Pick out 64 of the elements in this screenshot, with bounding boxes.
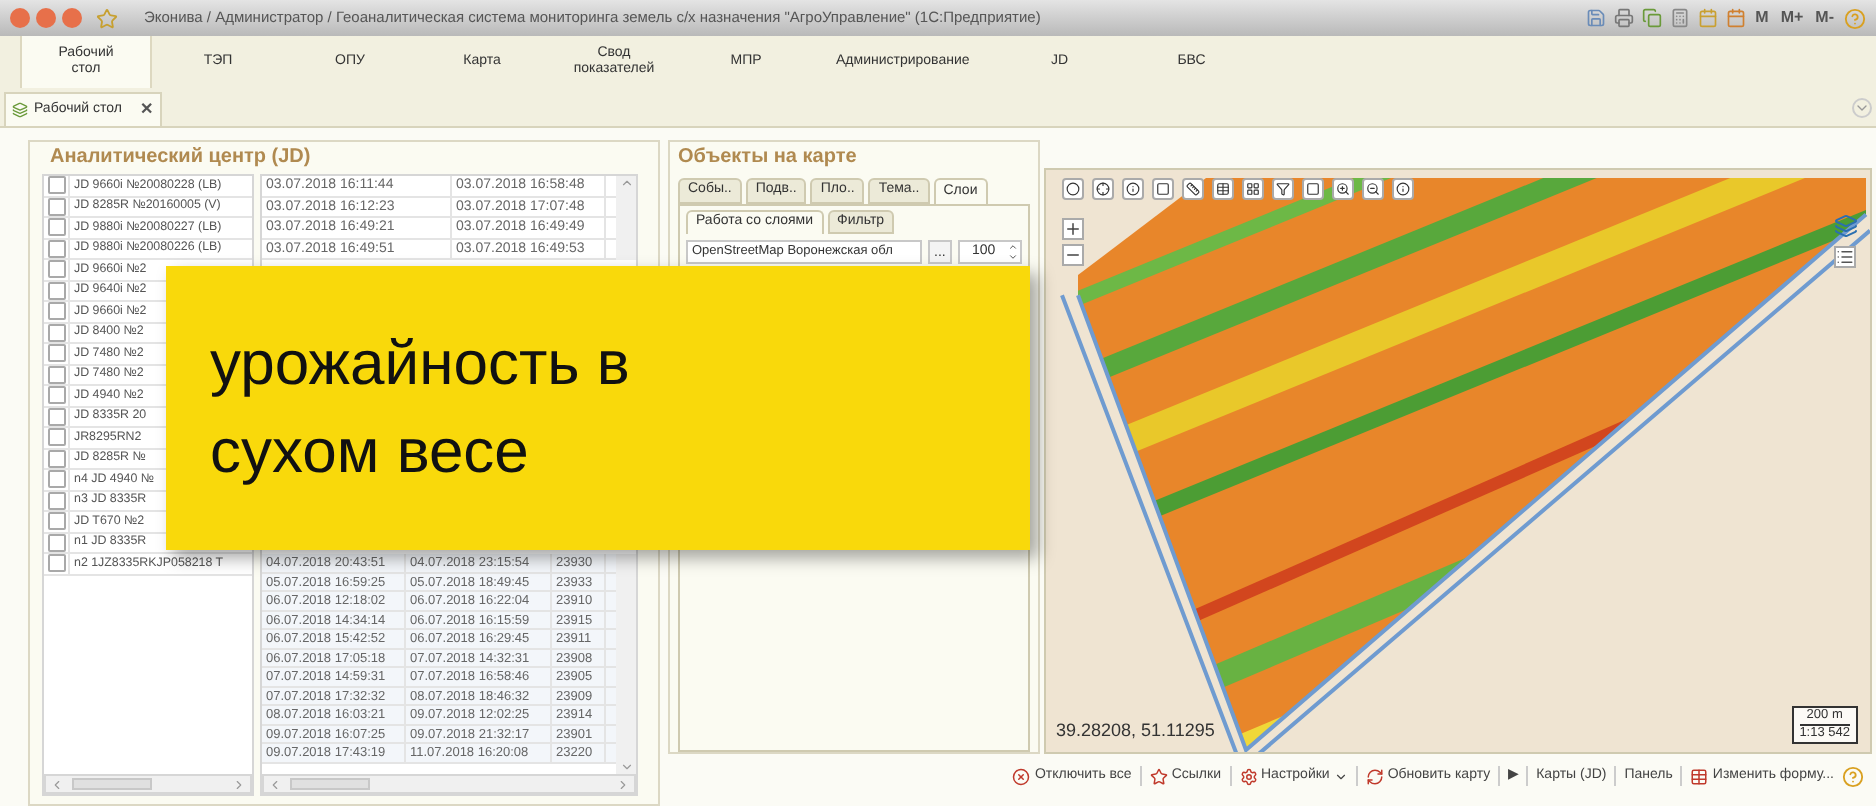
- map-tool-icon[interactable]: [1152, 178, 1174, 200]
- printer-icon[interactable]: [1613, 8, 1634, 28]
- panel-title: Аналитический центр (JD): [50, 144, 313, 172]
- toolbar-icon: [1365, 767, 1384, 785]
- close-button[interactable]: ✕: [139, 98, 154, 122]
- map-tool-icon[interactable]: [1122, 178, 1144, 200]
- scroll-down-icon[interactable]: [619, 760, 633, 774]
- help-icon[interactable]: [1844, 7, 1866, 29]
- calendar-icon[interactable]: [1725, 8, 1746, 28]
- caret-icon: [1333, 769, 1348, 783]
- star-icon[interactable]: [96, 7, 118, 29]
- checkbox[interactable]: [47, 260, 65, 279]
- vertical-scrollbar[interactable]: [616, 554, 636, 774]
- map-tool-icon[interactable]: [1062, 178, 1084, 200]
- checkbox[interactable]: [47, 344, 65, 363]
- panel-title: Объекты на карте: [678, 144, 859, 172]
- map-tool-icon[interactable]: [1362, 178, 1384, 200]
- scroll-thumb[interactable]: [72, 778, 152, 790]
- toolbar-icon: [1690, 767, 1709, 785]
- map-tool-icon[interactable]: [1392, 178, 1414, 200]
- scroll-thumb[interactable]: [290, 778, 370, 790]
- checkbox[interactable]: [47, 554, 65, 573]
- scroll-left-icon[interactable]: [50, 777, 64, 791]
- vertical-scrollbar[interactable]: [616, 176, 636, 260]
- map-tool-icon[interactable]: [1302, 178, 1324, 200]
- copy-icon[interactable]: [1641, 8, 1662, 28]
- collapse-icon[interactable]: [1852, 98, 1872, 118]
- checkbox[interactable]: [47, 386, 65, 405]
- caption-text: урожайность в сухом весе: [210, 326, 632, 490]
- checkbox[interactable]: [47, 512, 65, 531]
- zoom-out-icon[interactable]: [1062, 244, 1084, 266]
- checkbox[interactable]: [47, 470, 65, 489]
- checkbox[interactable]: [47, 302, 65, 321]
- checkbox[interactable]: [47, 218, 65, 237]
- map-tool-icon[interactable]: [1272, 178, 1294, 200]
- checkbox[interactable]: [47, 176, 65, 195]
- calculator-icon[interactable]: [1669, 8, 1690, 28]
- toolbar-icon: [1012, 767, 1031, 785]
- memory-button[interactable]: M-: [1813, 6, 1836, 30]
- coordinates-label: 39.28208, 51.11295: [1054, 717, 1217, 744]
- scroll-left-icon[interactable]: [268, 777, 282, 791]
- help-icon[interactable]: [1842, 765, 1864, 787]
- map-tool-icon[interactable]: [1242, 178, 1264, 200]
- toolbar-icon: [1149, 767, 1168, 785]
- scroll-up-icon[interactable]: [619, 176, 633, 190]
- layers-icon[interactable]: [1834, 214, 1858, 238]
- memory-button[interactable]: M+: [1778, 6, 1806, 30]
- scroll-right-icon[interactable]: [232, 777, 246, 791]
- horizontal-scrollbar[interactable]: [44, 774, 252, 794]
- map-tool-icon[interactable]: [1332, 178, 1354, 200]
- save-icon[interactable]: [1585, 8, 1606, 28]
- calendar-icon[interactable]: [1697, 8, 1718, 28]
- map-tool-icon[interactable]: [1182, 178, 1204, 200]
- memory-button[interactable]: M: [1753, 6, 1771, 30]
- list-icon[interactable]: [1834, 246, 1856, 268]
- desktop-icon: [12, 102, 28, 118]
- horizontal-scrollbar[interactable]: [262, 774, 636, 794]
- map-tool-icon[interactable]: [1092, 178, 1114, 200]
- checkbox[interactable]: [47, 428, 65, 447]
- scroll-right-icon[interactable]: [616, 777, 630, 791]
- toolbar-icon: [1239, 767, 1257, 785]
- map-tool-icon[interactable]: [1212, 178, 1234, 200]
- spinner-icon[interactable]: [1008, 242, 1018, 262]
- zoom-in-icon[interactable]: [1062, 218, 1084, 240]
